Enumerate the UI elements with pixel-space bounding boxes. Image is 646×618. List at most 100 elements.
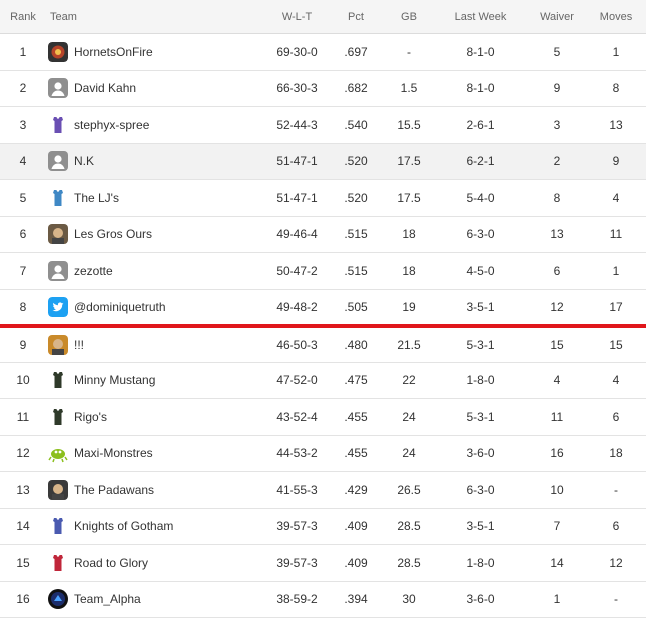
table-row[interactable]: 3 stephyx-spree 52-44-3.540 15.5 2-6-1 3 13 [0,106,646,144]
table-row[interactable]: 8 @dominiquetruth 49-48-2.505 19 3-5-1 12 17 [0,289,646,328]
wlt-cell: 47-52-0 [267,362,327,399]
team-name-link[interactable]: Maxi-Monstres [74,446,153,460]
moves-cell: 4 [586,362,646,399]
gb-cell: 24 [385,398,433,436]
table-row[interactable]: 7 zezotte 50-47-2.515 18 4-5-0 6 1 [0,252,646,290]
jersey-icon [48,114,68,135]
team-cell: stephyx-spree [46,106,267,144]
team-name-link[interactable]: Rigo's [74,410,107,424]
wlt-cell: 66-30-3 [267,70,327,107]
waiver-cell: 16 [528,435,586,472]
rank-cell: 1 [0,33,46,71]
table-row[interactable]: 10 Minny Mustang 47-52-0.475 22 1-8-0 4 4 [0,362,646,399]
moves-cell: 9 [586,143,646,180]
pct-cell: .475 [327,362,385,399]
team-name-link[interactable]: zezotte [74,264,113,278]
team-name-link[interactable]: Minny Mustang [74,373,155,387]
gb-cell: 28.5 [385,508,433,545]
table-row[interactable]: 13 The Padawans 41-55-3.429 26.5 6-3-0 10- [0,471,646,509]
team-header[interactable]: Team [46,0,267,34]
rank-cell: 16 [0,581,46,618]
team-name-link[interactable]: Les Gros Ours [74,227,152,241]
moves-cell: 6 [586,508,646,545]
pct-cell: .540 [327,106,385,144]
last-week-header[interactable]: Last Week [433,0,528,34]
last-week-cell: 5-3-1 [433,325,528,363]
wlt-header[interactable]: W-L-T [267,0,327,34]
moves-cell: 1 [586,33,646,71]
table-row[interactable]: 1 HornetsOnFire 69-30-0.697-8-1-0 5 1 [0,33,646,71]
team-name-link[interactable]: Knights of Gotham [74,519,173,533]
team-name-link[interactable]: HornetsOnFire [74,45,153,59]
team-name-link[interactable]: David Kahn [74,81,136,95]
last-week-cell: 3-5-1 [433,289,528,328]
team-name-link[interactable]: Team_Alpha [74,592,141,606]
waiver-cell: 4 [528,362,586,399]
table-row[interactable]: 11 Rigo's 43-52-4.455 24 5-3-1 11 6 [0,398,646,436]
pct-cell: .480 [327,325,385,363]
team-name-link[interactable]: stephyx-spree [74,118,149,132]
waiver-cell: 14 [528,544,586,582]
pct-cell: .429 [327,471,385,509]
wlt-cell: 46-50-3 [267,325,327,363]
waiver-cell: 1 [528,581,586,618]
pct-cell: .520 [327,143,385,180]
team-name-link[interactable]: @dominiquetruth [74,300,166,314]
gb-cell: 28.5 [385,544,433,582]
standings-body: 1 HornetsOnFire 69-30-0.697-8-1-0 5 1 2 David … [0,33,646,618]
table-row[interactable]: 16 Team_Alpha 38-59-2.394 30 3-6-0 1- [0,581,646,618]
team-name-link[interactable]: !!! [74,338,84,352]
waiver-cell: 2 [528,143,586,180]
table-row[interactable]: 14 Knights of Gotham 39-57-3.409 28.5 3-5-1 7… [0,508,646,545]
last-week-cell: 6-3-0 [433,471,528,509]
last-week-cell: 5-4-0 [433,179,528,217]
team-name-link[interactable]: Road to Glory [74,556,148,570]
team-cell: Les Gros Ours [46,216,267,253]
wlt-cell: 43-52-4 [267,398,327,436]
team-cell: David Kahn [46,70,267,107]
gb-cell: 15.5 [385,106,433,144]
waiver-header[interactable]: Waiver [528,0,586,34]
gb-cell: 17.5 [385,179,433,217]
moves-cell: 12 [586,544,646,582]
moves-cell: - [586,581,646,618]
table-row[interactable]: 4 N.K 51-47-1.520 17.5 6-2-1 2 9 [0,143,646,180]
table-row[interactable]: 12 Maxi-Monstres 44-53-2.455 24 3-6-0 16 18 [0,435,646,472]
wlt-cell: 39-57-3 [267,508,327,545]
table-row[interactable]: 5 The LJ's 51-47-1.520 17.5 5-4-0 8 4 [0,179,646,217]
team-name-link[interactable]: The LJ's [74,191,119,205]
table-row[interactable]: 15 Road to Glory 39-57-3.409 28.5 1-8-0 14 12 [0,544,646,582]
table-row[interactable]: 9!!! 46-50-3.480 21.5 5-3-1 15 15 [0,325,646,363]
rank-header[interactable]: Rank [0,0,46,34]
wlt-cell: 69-30-0 [267,33,327,71]
team-cell: Minny Mustang [46,362,267,399]
moves-cell: 11 [586,216,646,253]
rank-cell: 4 [0,143,46,180]
pct-cell: .520 [327,179,385,217]
last-week-cell: 6-3-0 [433,216,528,253]
twitter-bird-icon [48,296,68,317]
table-row[interactable]: 2 David Kahn 66-30-3.682 1.5 8-1-0 9 8 [0,70,646,107]
team-name-link[interactable]: The Padawans [74,483,154,497]
team-name-link[interactable]: N.K [74,154,94,168]
moves-cell: 1 [586,252,646,290]
team-cell: Road to Glory [46,544,267,582]
wlt-cell: 51-47-1 [267,143,327,180]
team-cell: Rigo's [46,398,267,436]
rank-cell: 15 [0,544,46,582]
gb-cell: 17.5 [385,143,433,180]
wlt-cell: 50-47-2 [267,252,327,290]
table-row[interactable]: 6 Les Gros Ours 49-46-4.515 18 6-3-0 13 11 [0,216,646,253]
jersey-icon [48,406,68,427]
team-cell: Maxi-Monstres [46,435,267,472]
moves-cell: 4 [586,179,646,217]
jersey-icon [48,552,68,573]
jersey-icon [48,370,68,391]
last-week-cell: 8-1-0 [433,70,528,107]
gb-cell: - [385,33,433,71]
gb-header[interactable]: GB [385,0,433,34]
moves-header[interactable]: Moves [586,0,646,34]
gb-cell: 19 [385,289,433,328]
moves-cell: 13 [586,106,646,144]
pct-header[interactable]: Pct [327,0,385,34]
